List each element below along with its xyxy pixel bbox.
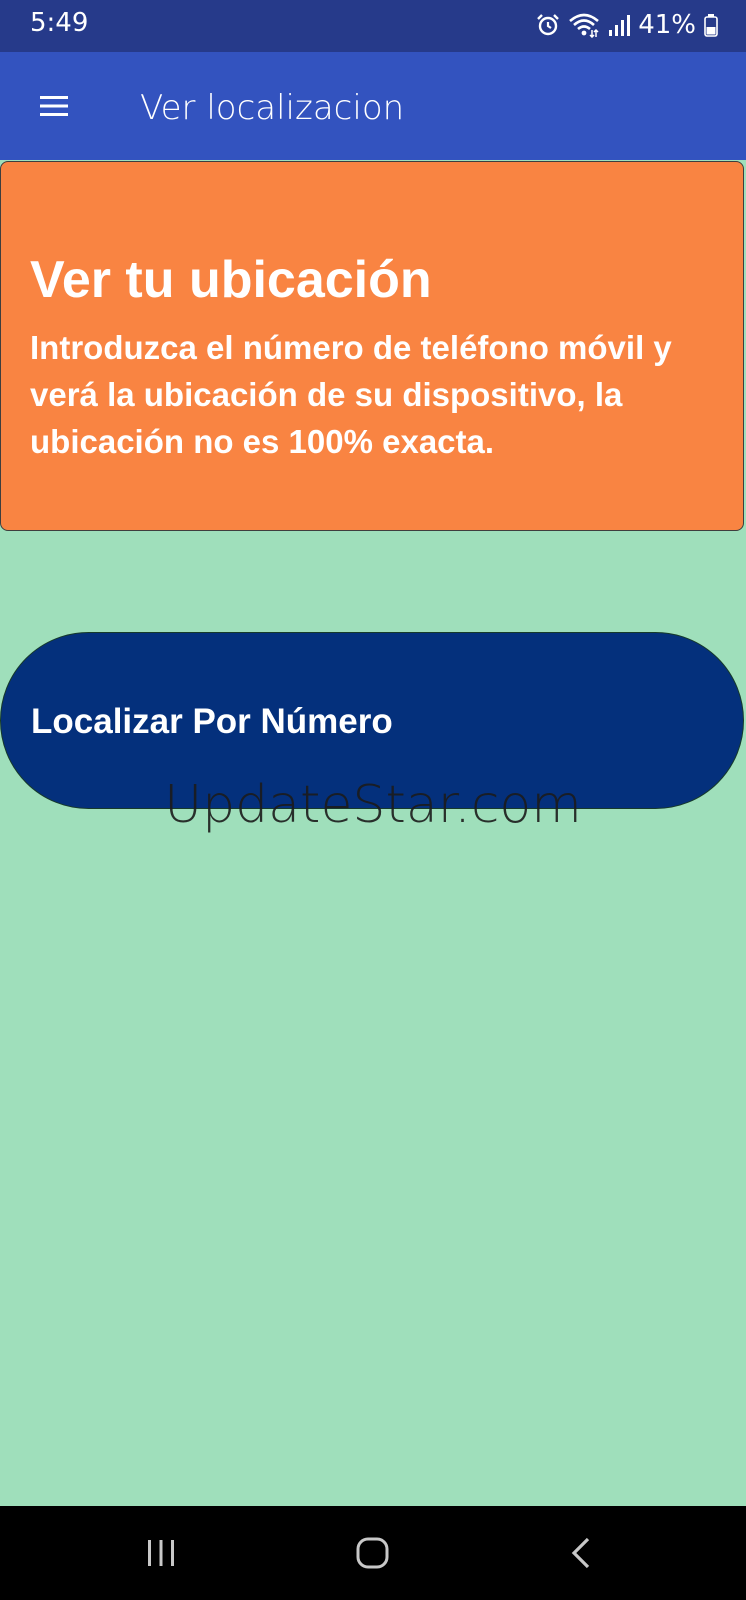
- app-bar: Ver localizacion: [0, 52, 746, 160]
- locate-by-number-label: Localizar Por Número: [31, 702, 393, 741]
- status-icons: 41%: [536, 10, 718, 40]
- locate-by-number-button[interactable]: Localizar Por Número: [0, 632, 744, 809]
- signal-icon: [608, 13, 631, 37]
- home-icon[interactable]: [343, 1528, 403, 1578]
- info-card: Ver tu ubicación Introduzca el número de…: [0, 161, 744, 531]
- battery-percent: 41%: [638, 10, 696, 40]
- alarm-icon: [536, 13, 560, 37]
- status-time: 5:49: [30, 8, 89, 38]
- hamburger-menu-icon[interactable]: [28, 82, 80, 130]
- info-card-description: Introduzca el número de teléfono móvil y…: [30, 329, 672, 460]
- wifi-icon: [568, 12, 600, 38]
- battery-icon: [704, 13, 718, 37]
- back-icon[interactable]: [551, 1528, 611, 1578]
- info-card-title: Ver tu ubicación: [30, 251, 432, 309]
- app-title: Ver localizacion: [140, 88, 405, 128]
- navigation-bar: [0, 1506, 746, 1600]
- status-bar: 5:49 41%: [0, 0, 746, 52]
- recents-icon[interactable]: [131, 1528, 191, 1578]
